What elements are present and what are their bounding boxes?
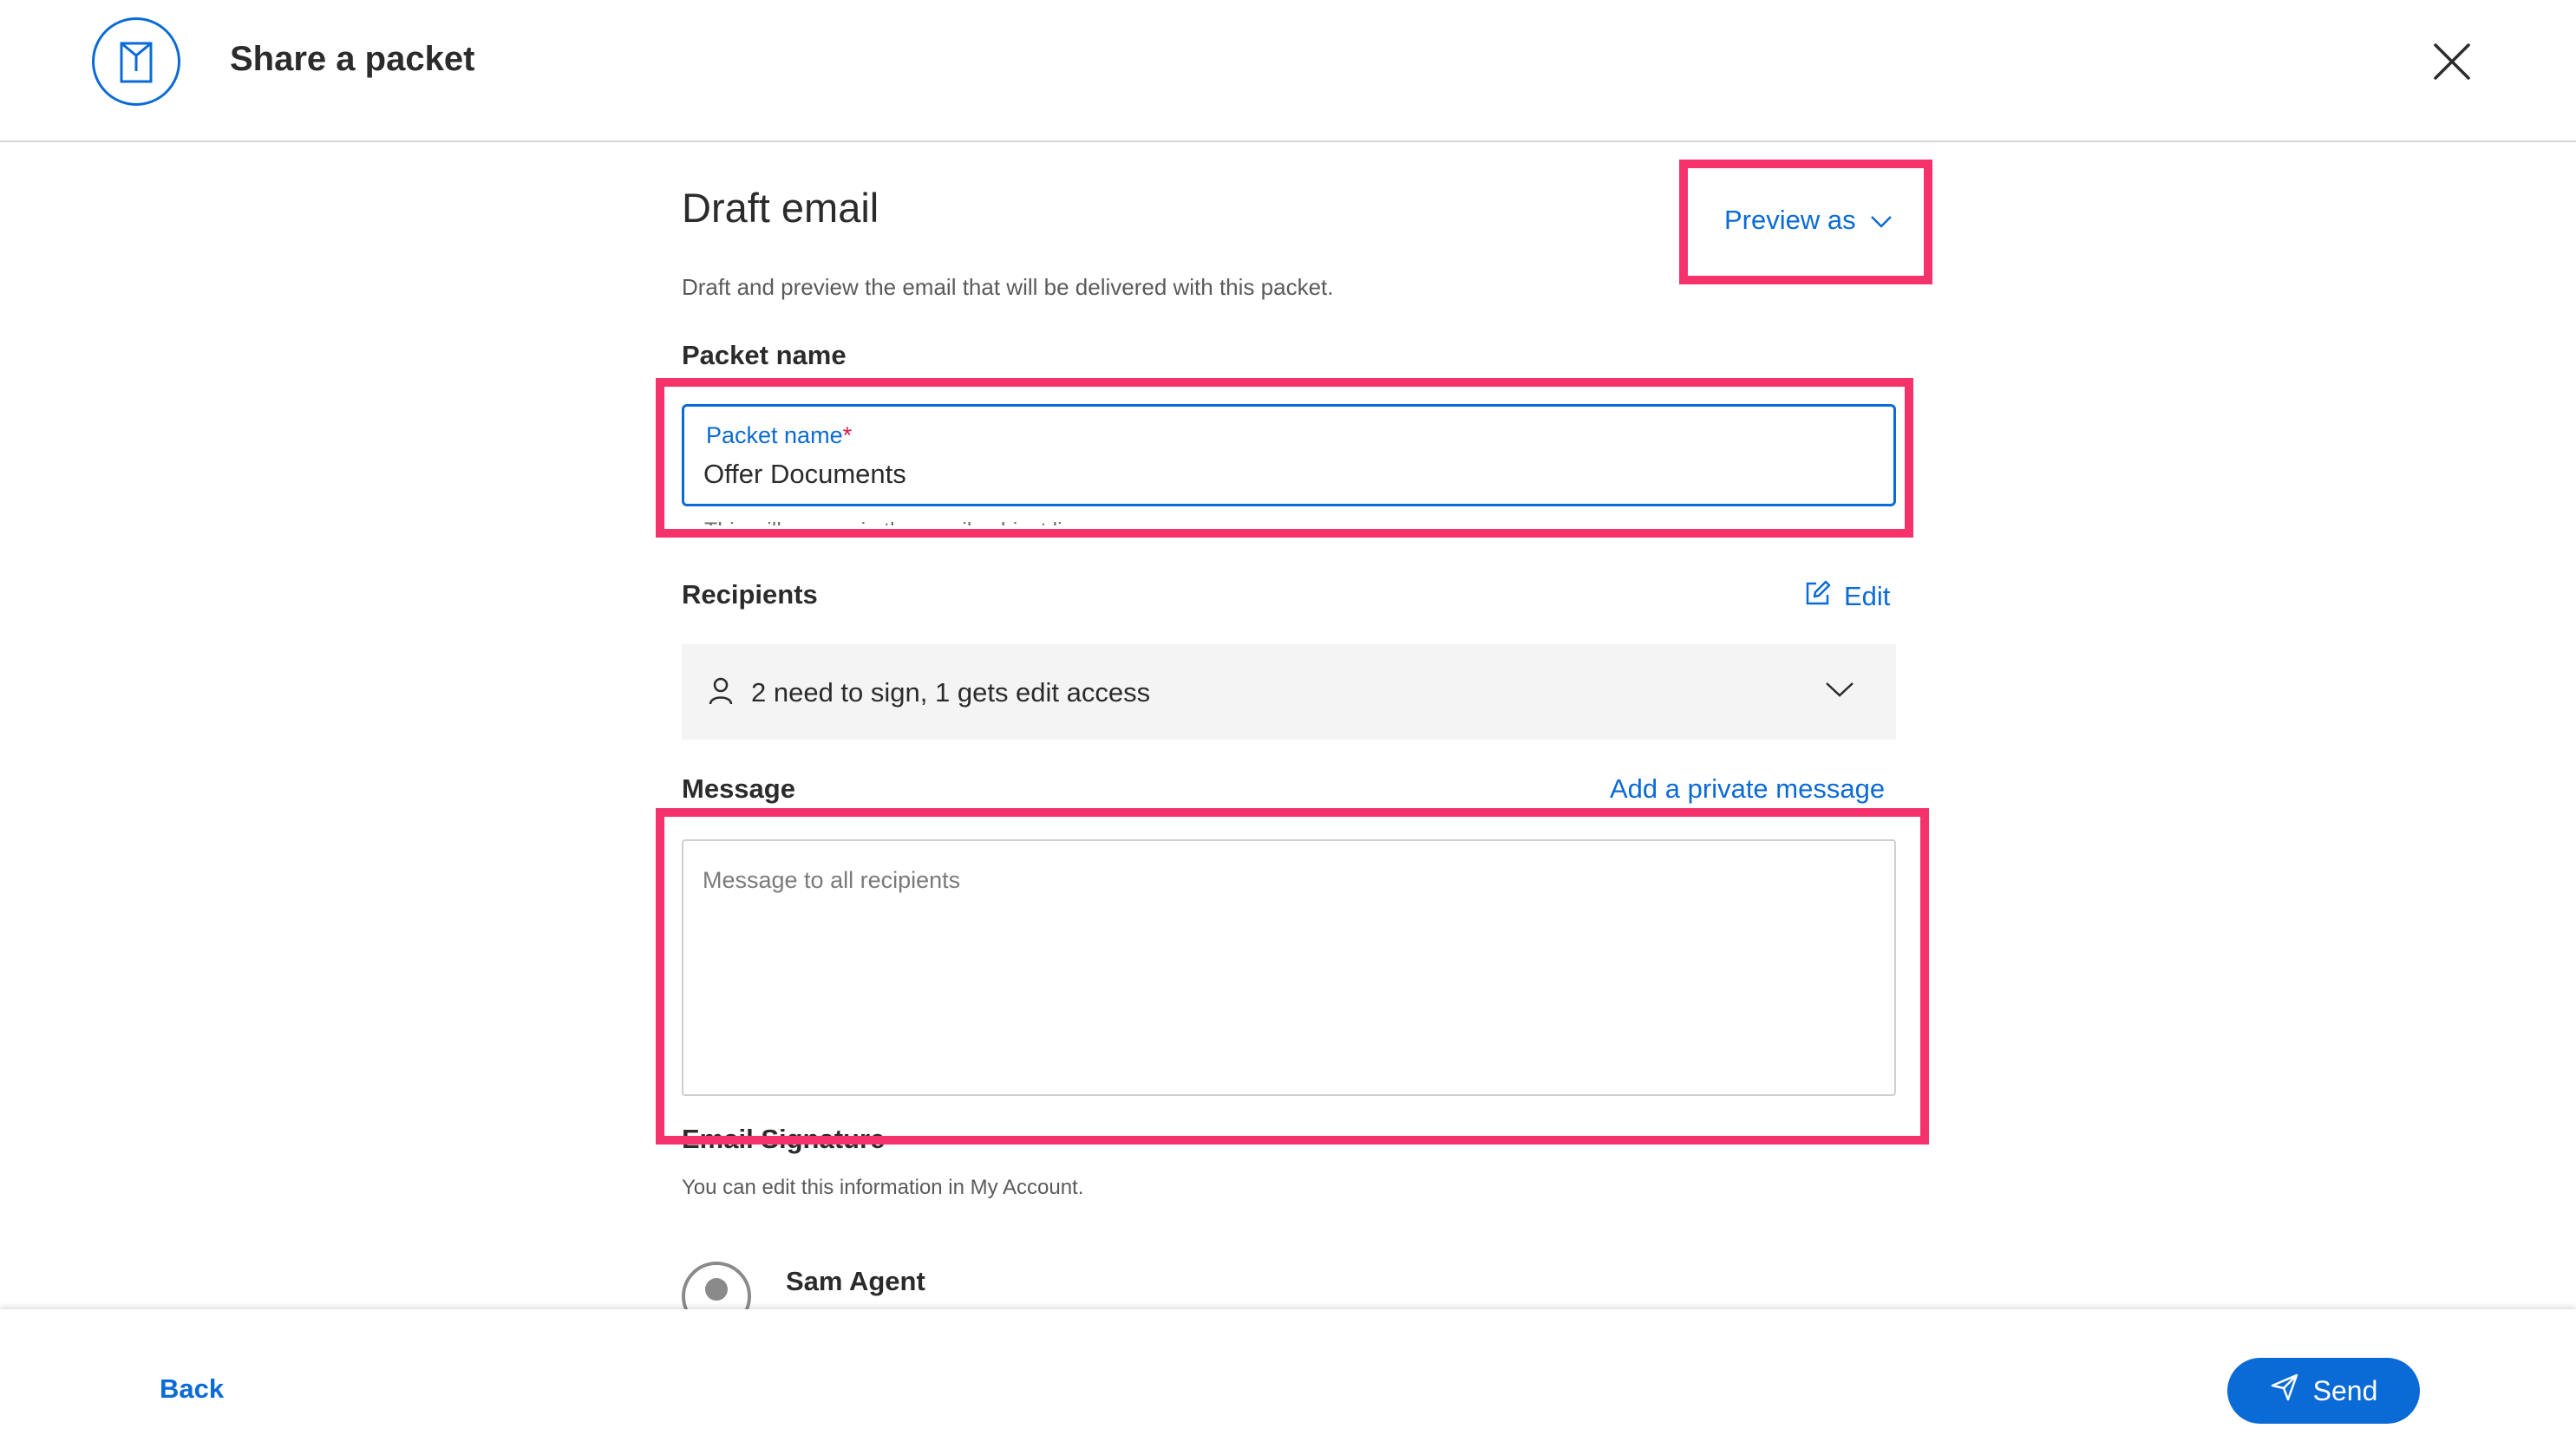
- packet-name-field-label: Packet name*: [706, 422, 853, 448]
- packet-icon: [92, 17, 180, 106]
- recipients-summary-dropdown[interactable]: 2 need to sign, 1 gets edit access: [682, 644, 1896, 740]
- edit-recipients-button[interactable]: Edit: [1804, 579, 1890, 614]
- packet-name-input[interactable]: [703, 459, 1831, 490]
- footer-bar: Back Send: [0, 1309, 2576, 1448]
- add-private-message-link[interactable]: Add a private message: [1610, 773, 1885, 805]
- packet-name-section-label: Packet name: [682, 340, 847, 370]
- send-button[interactable]: Send: [2227, 1358, 2420, 1424]
- person-icon: [708, 676, 734, 710]
- email-signature-note: You can edit this information in My Acco…: [682, 1176, 1084, 1199]
- required-mark: *: [842, 422, 853, 448]
- message-section-label: Message: [682, 773, 795, 804]
- preview-as-label: Preview as: [1724, 205, 1856, 235]
- email-signature-section-label: Email Signature: [682, 1124, 886, 1154]
- close-icon[interactable]: [2430, 40, 2474, 83]
- chevron-down-icon: [1870, 205, 1893, 236]
- signature-name: Sam Agent: [786, 1266, 925, 1296]
- header-bar: Share a packet: [0, 0, 2576, 142]
- message-field[interactable]: [682, 839, 1896, 1096]
- recipients-summary-text: 2 need to sign, 1 gets edit access: [751, 677, 1151, 708]
- packet-name-field[interactable]: Packet name*: [682, 404, 1896, 506]
- send-icon: [2270, 1373, 2299, 1409]
- packet-name-helper-text: This will appear in the email subject li…: [704, 512, 1087, 525]
- page-title: Share a packet: [230, 40, 475, 78]
- chevron-down-icon: [1825, 681, 1854, 702]
- edit-label: Edit: [1844, 581, 1891, 611]
- preview-as-dropdown[interactable]: Preview as: [1724, 205, 1893, 236]
- back-button[interactable]: Back: [160, 1373, 224, 1405]
- draft-subtitle: Draft and preview the email that will be…: [682, 274, 1334, 300]
- recipients-section-label: Recipients: [682, 579, 818, 610]
- edit-icon: [1804, 579, 1832, 614]
- send-label: Send: [2312, 1374, 2378, 1406]
- message-textarea[interactable]: [683, 841, 1894, 1094]
- draft-email-title: Draft email: [682, 185, 879, 231]
